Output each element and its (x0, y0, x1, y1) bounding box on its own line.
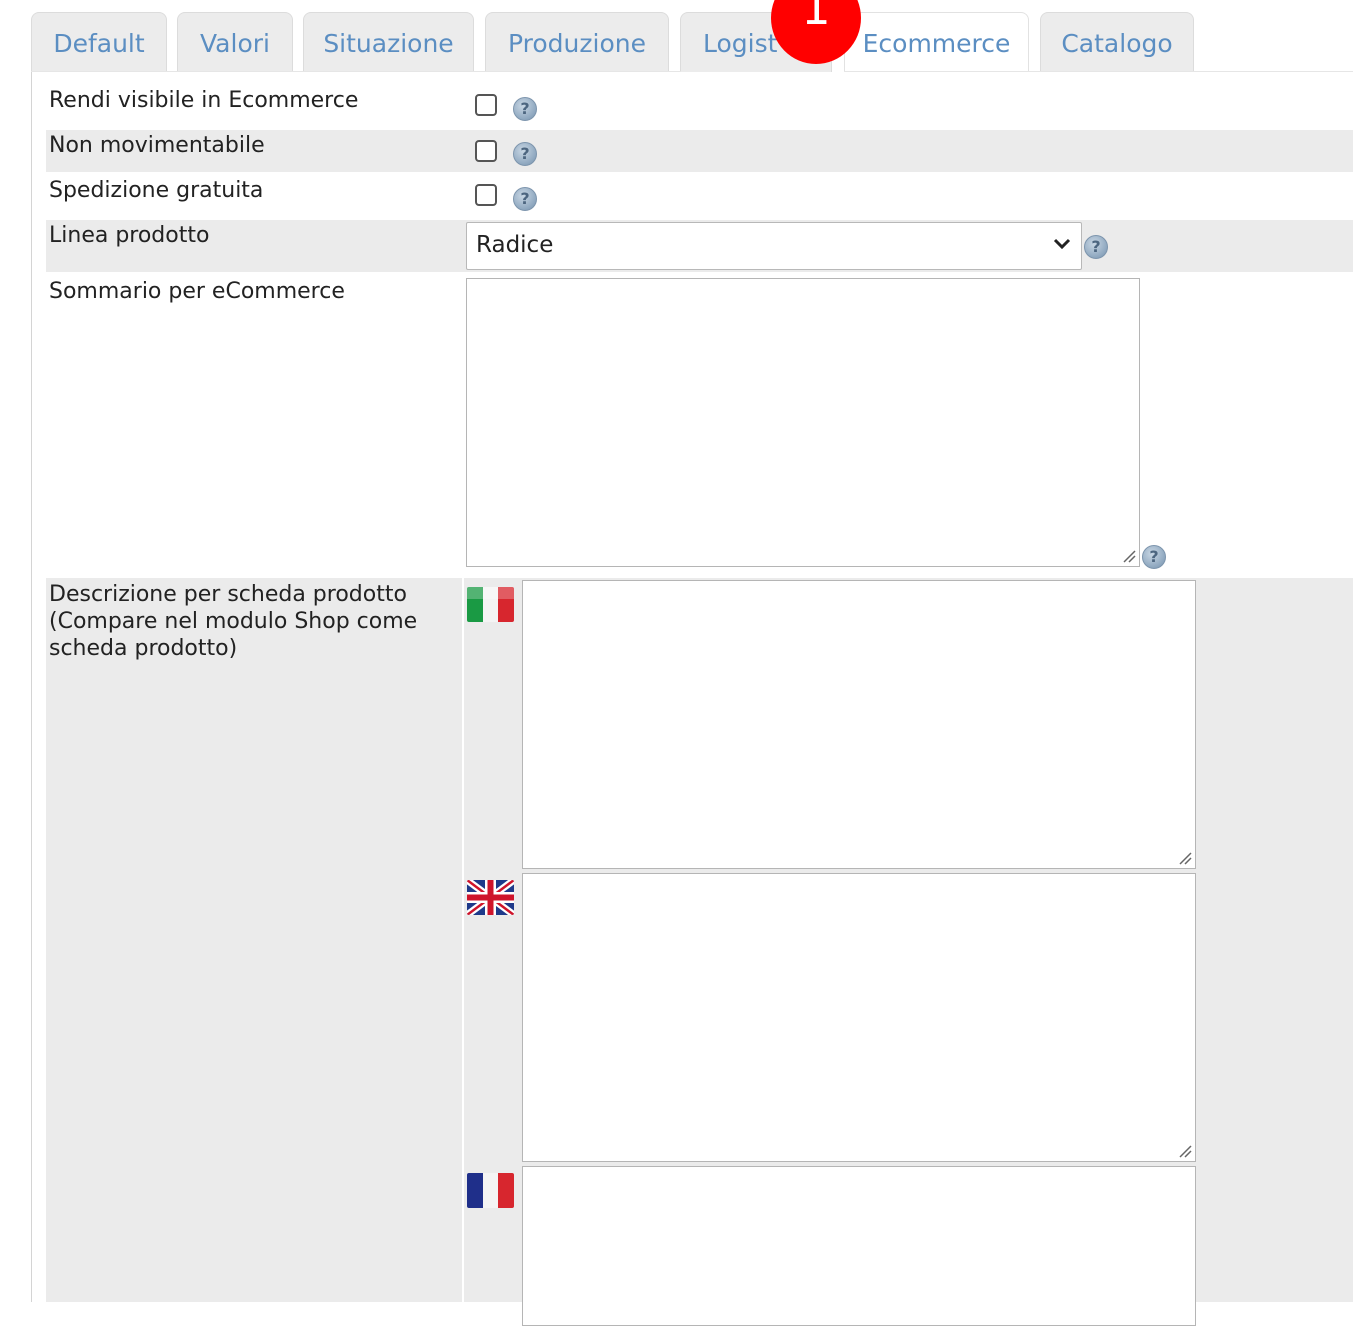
form-row-visible-ecommerce: Rendi visibile in Ecommerce ? (46, 85, 1353, 129)
field-label: Non movimentabile (49, 133, 265, 158)
uk-flag-icon (467, 880, 514, 915)
field-label: scheda prodotto) (49, 636, 238, 661)
panel-divider (844, 71, 1353, 72)
italy-flag-icon (467, 587, 514, 622)
panel-border (31, 72, 32, 1302)
resize-grip-icon[interactable] (1120, 547, 1136, 563)
form-row-linea-prodotto: Linea prodotto Radice ? (46, 220, 1353, 272)
form-row-non-movimentabile: Non movimentabile ? (46, 130, 1353, 172)
panel-divider (31, 71, 681, 72)
visible-ecommerce-checkbox[interactable] (475, 94, 497, 116)
non-movimentabile-checkbox[interactable] (475, 140, 497, 162)
tab-catalogo[interactable]: Catalogo (1040, 12, 1194, 72)
field-label: Rendi visibile in Ecommerce (49, 88, 359, 113)
spedizione-gratuita-checkbox[interactable] (475, 184, 497, 206)
column-divider (462, 578, 464, 1302)
form-row-spedizione-gratuita: Spedizione gratuita ? (46, 175, 1353, 219)
descrizione-en-textarea[interactable] (522, 873, 1196, 1162)
form-row-sommario: Sommario per eCommerce ? (46, 276, 1353, 574)
tab-produzione[interactable]: Produzione (485, 12, 669, 72)
field-label: Linea prodotto (49, 223, 210, 248)
help-icon[interactable]: ? (513, 97, 537, 121)
help-icon[interactable]: ? (513, 142, 537, 166)
resize-grip-icon[interactable] (1176, 849, 1192, 865)
resize-grip-icon[interactable] (1176, 1142, 1192, 1158)
descrizione-it-textarea[interactable] (522, 580, 1196, 869)
tab-situazione[interactable]: Situazione (303, 12, 474, 72)
tab-ecommerce[interactable]: Ecommerce (844, 12, 1029, 72)
help-icon[interactable]: ? (513, 187, 537, 211)
field-label: (Compare nel modulo Shop come (49, 609, 418, 634)
sommario-textarea[interactable] (466, 278, 1140, 567)
chevron-down-icon (1053, 238, 1071, 250)
descrizione-fr-textarea[interactable] (522, 1166, 1196, 1326)
tab-default[interactable]: Default (31, 12, 167, 72)
help-icon[interactable]: ? (1142, 545, 1166, 569)
france-flag-icon (467, 1173, 514, 1208)
tab-valori[interactable]: Valori (177, 12, 293, 72)
field-label: Spedizione gratuita (49, 178, 264, 203)
select-value: Radice (476, 232, 554, 258)
help-icon[interactable]: ? (1084, 235, 1108, 259)
field-label: Descrizione per scheda prodotto (49, 582, 407, 607)
linea-prodotto-select[interactable]: Radice (466, 222, 1082, 270)
form-row-descrizione: Descrizione per scheda prodotto (Compare… (46, 578, 1353, 1326)
field-label: Sommario per eCommerce (49, 279, 345, 304)
